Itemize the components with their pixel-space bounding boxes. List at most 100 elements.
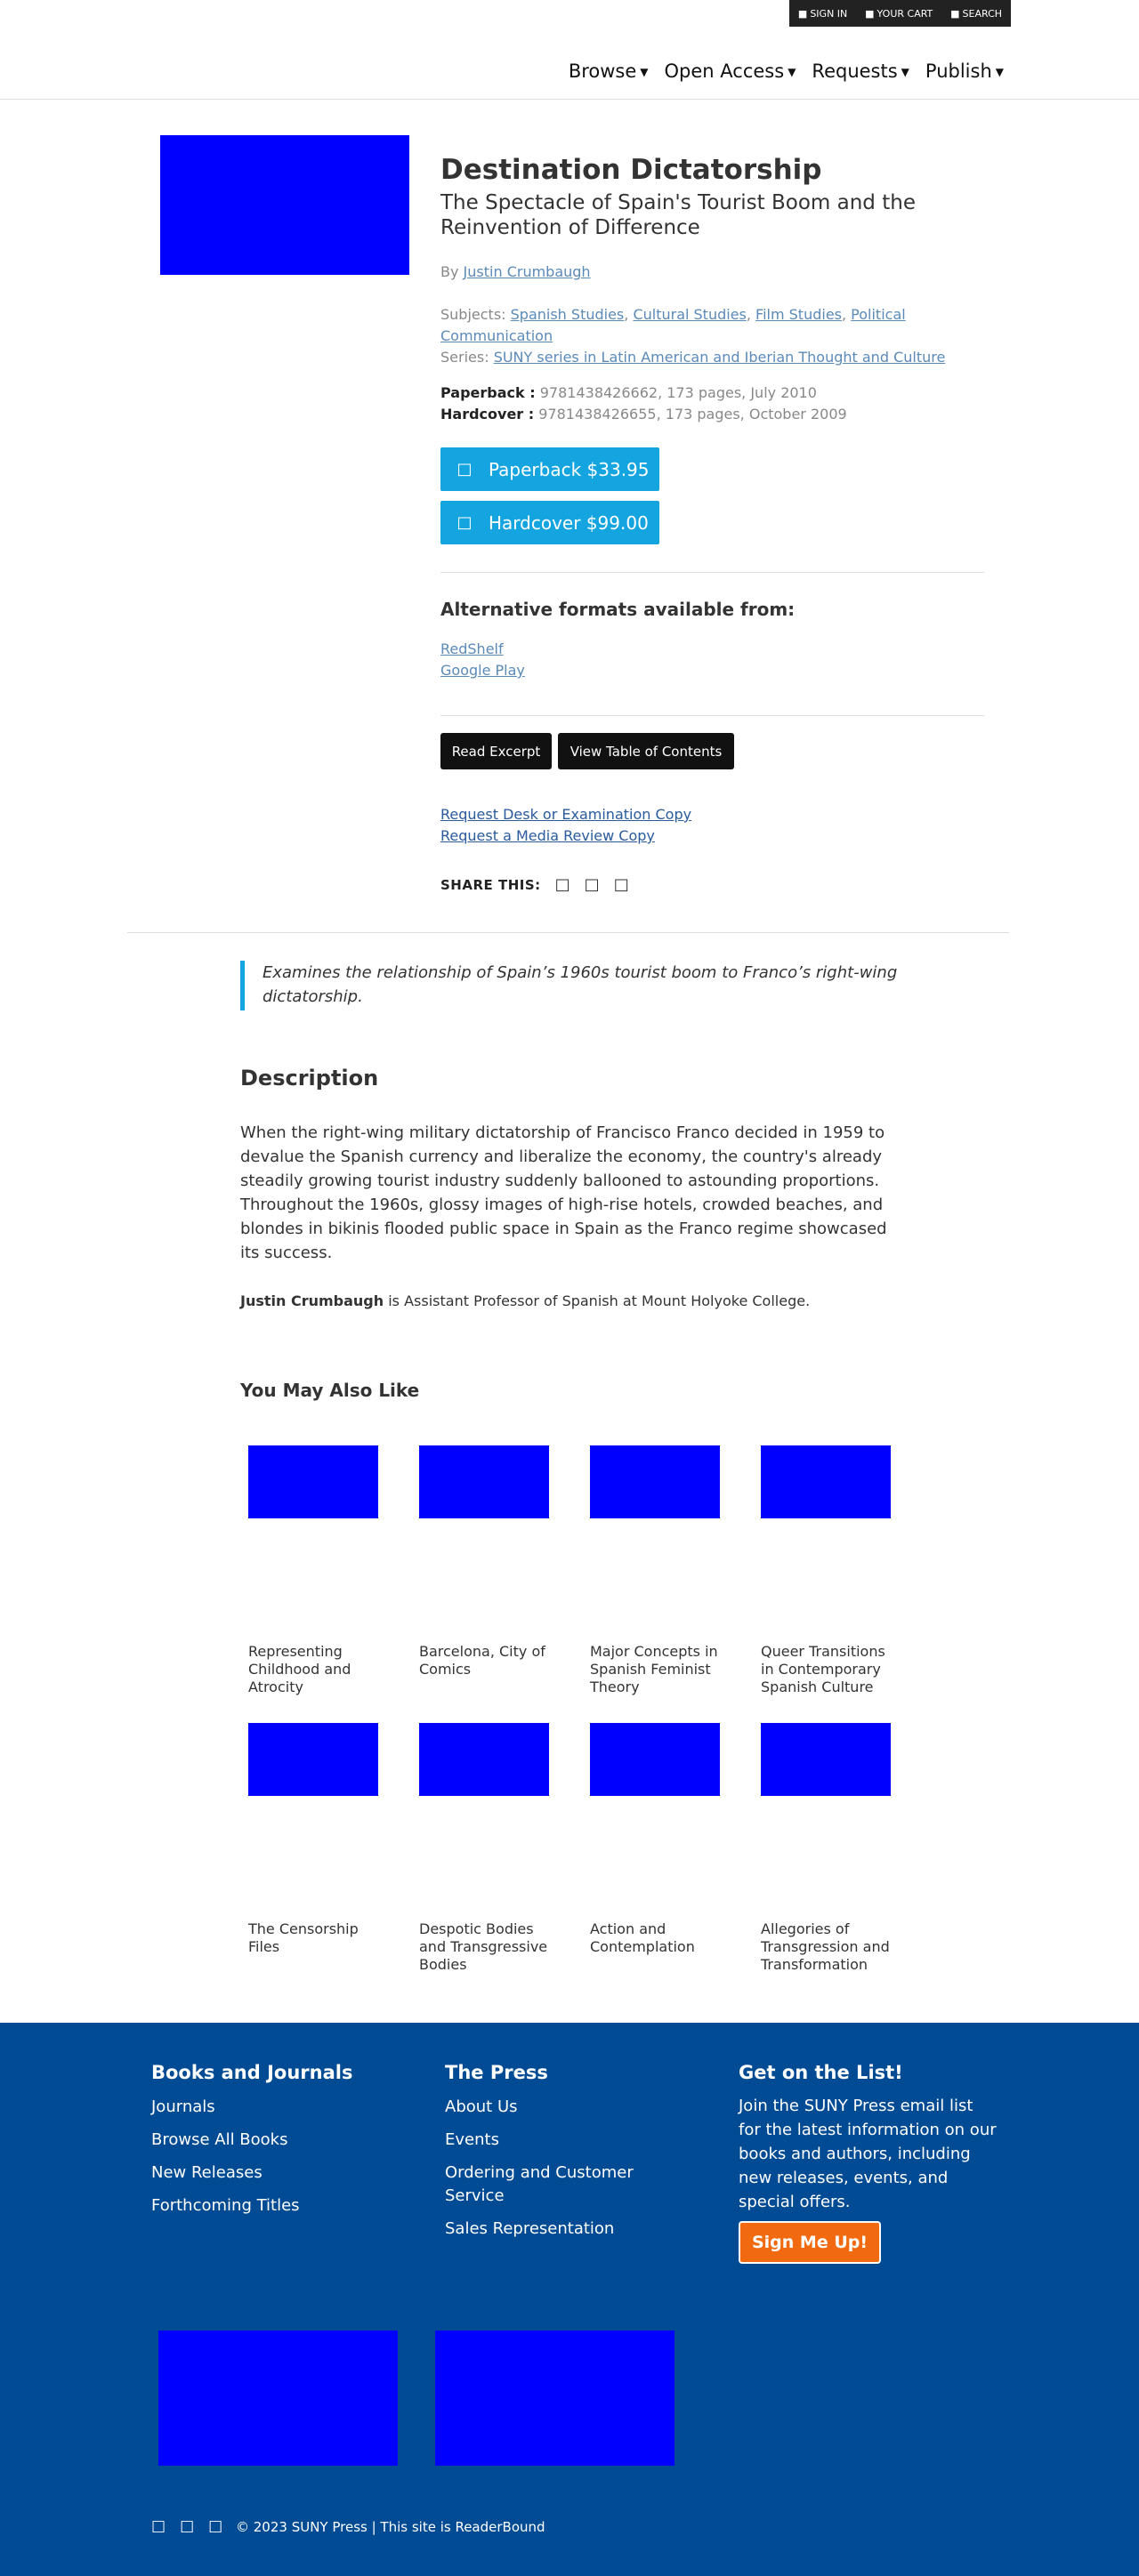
related-book-cover[interactable]	[590, 1723, 720, 1796]
utility-bar: ■ SIGN IN ■ YOUR CART ■ SEARCH	[789, 0, 1011, 27]
buy-hardcover-button[interactable]: □ Hardcover $99.00	[440, 501, 659, 544]
footer-link-journals[interactable]: Journals	[151, 2096, 215, 2119]
bio-name: Justin Crumbaugh	[240, 1292, 384, 1309]
series-label: Series:	[440, 349, 489, 366]
related-book-title[interactable]: The Censorship Files	[248, 1920, 382, 1956]
nav-browse[interactable]: Browse ▼	[569, 60, 649, 82]
buy-button-label: Hardcover $99.00	[489, 511, 649, 534]
format-label: Hardcover :	[440, 406, 535, 423]
footer-link-forthcoming-titles[interactable]: Forthcoming Titles	[151, 2194, 300, 2218]
nav-open-access[interactable]: Open Access ▼	[665, 60, 796, 82]
subject-link[interactable]: Spanish Studies	[511, 306, 625, 323]
read-excerpt-button[interactable]: Read Excerpt	[440, 733, 552, 769]
divider	[440, 572, 984, 573]
main-nav: Browse ▼ Open Access ▼ Requests ▼ Publish ▼	[569, 60, 1004, 82]
series-link[interactable]: SUNY series in Latin American and Iberia…	[494, 349, 946, 366]
copyright-text: © 2023 SUNY Press | This site is ReaderB…	[236, 2519, 545, 2535]
footer-link-events[interactable]: Events	[445, 2129, 499, 2152]
nav-label: Browse	[568, 60, 637, 82]
chevron-down-icon: ▼	[640, 66, 649, 78]
footer-books-heading: Books and Journals	[151, 2062, 353, 2083]
related-book[interactable]: Representing Childhood and Atrocity	[248, 1445, 378, 1695]
by-label: By	[440, 263, 459, 280]
view-toc-button[interactable]: View Table of Contents	[558, 733, 734, 769]
facebook-icon[interactable]: □	[151, 2517, 166, 2535]
cart-icon: □	[456, 460, 473, 479]
cart-icon: □	[456, 513, 473, 532]
related-book[interactable]: Barcelona, City of Comics	[419, 1445, 549, 1678]
related-heading: You May Also Like	[240, 1380, 420, 1401]
twitter-icon[interactable]: □	[180, 2517, 194, 2535]
related-book-cover[interactable]	[419, 1445, 549, 1518]
related-book-title[interactable]: Queer Transitions in Contemporary Spanis…	[761, 1643, 894, 1696]
footer-social: □ □ □	[151, 2517, 222, 2535]
facebook-icon[interactable]: □	[555, 875, 570, 894]
request-desk-copy-link[interactable]: Request Desk or Examination Copy	[440, 806, 691, 823]
chevron-down-icon: ▼	[788, 66, 796, 78]
related-book-title[interactable]: Despotic Bodies and Transgressive Bodies	[419, 1920, 553, 1974]
related-book[interactable]: Despotic Bodies and Transgressive Bodies	[419, 1723, 549, 1973]
share-bar: SHARE THIS: □ □ □	[440, 875, 629, 894]
nav-divider	[0, 99, 1139, 100]
related-book-title[interactable]: Allegories of Transgression and Transfor…	[761, 1920, 894, 1974]
footer-logo-image	[435, 2330, 675, 2466]
related-book-cover[interactable]	[248, 1445, 378, 1518]
sign-in-link[interactable]: ■ SIGN IN	[798, 8, 847, 20]
related-book-cover[interactable]	[590, 1445, 720, 1518]
related-book[interactable]: The Censorship Files	[248, 1723, 378, 1955]
related-book-cover[interactable]	[419, 1723, 549, 1796]
subjects-line: Subjects: Spanish Studies, Cultural Stud…	[440, 306, 906, 344]
alt-format-redshelf[interactable]: RedShelf	[440, 640, 504, 657]
related-book[interactable]: Allegories of Transgression and Transfor…	[761, 1723, 891, 1973]
buy-button-label: Paperback $33.95	[489, 458, 650, 480]
subjects-label: Subjects:	[440, 306, 506, 323]
related-book-title[interactable]: Action and Contemplation	[590, 1920, 723, 1956]
series-line: Series: SUNY series in Latin American an…	[440, 347, 974, 368]
related-book-title[interactable]: Representing Childhood and Atrocity	[248, 1643, 382, 1696]
author-link[interactable]: Justin Crumbaugh	[464, 263, 591, 280]
footer-link-sales-representation[interactable]: Sales Representation	[445, 2218, 614, 2241]
email-icon[interactable]: □	[614, 875, 629, 894]
sign-up-button[interactable]: Sign Me Up!	[739, 2221, 881, 2264]
book-cover-image	[160, 135, 409, 275]
related-book-cover[interactable]	[761, 1723, 891, 1796]
buy-paperback-button[interactable]: □ Paperback $33.95	[440, 447, 659, 491]
footer-link-browse-all-books[interactable]: Browse All Books	[151, 2129, 287, 2152]
alt-format-google-play[interactable]: Google Play	[440, 662, 525, 679]
section-divider	[127, 932, 1009, 933]
divider	[440, 715, 984, 716]
footer-logo-image	[158, 2330, 398, 2466]
footer-link-ordering[interactable]: Ordering and Customer Service	[445, 2161, 658, 2208]
user-icon: ■	[797, 7, 808, 20]
related-book-title[interactable]: Major Concepts in Spanish Feminist Theor…	[590, 1643, 723, 1696]
nav-label: Open Access	[664, 60, 785, 82]
related-book-cover[interactable]	[248, 1723, 378, 1796]
format-detail: 9781438426662, 173 pages, July 2010	[539, 384, 817, 401]
footer-link-about-us[interactable]: About Us	[445, 2096, 518, 2119]
nav-requests[interactable]: Requests ▼	[812, 60, 909, 82]
related-book[interactable]: Major Concepts in Spanish Feminist Theor…	[590, 1445, 720, 1695]
related-book-cover[interactable]	[761, 1445, 891, 1518]
nav-label: Publish	[925, 60, 992, 82]
request-media-copy-link[interactable]: Request a Media Review Copy	[440, 827, 655, 844]
nav-publish[interactable]: Publish ▼	[925, 60, 1004, 82]
related-book-title[interactable]: Barcelona, City of Comics	[419, 1643, 553, 1678]
related-book[interactable]: Queer Transitions in Contemporary Spanis…	[761, 1445, 891, 1695]
related-book[interactable]: Action and Contemplation	[590, 1723, 720, 1955]
subject-link[interactable]: Film Studies	[755, 306, 842, 323]
share-label: SHARE THIS:	[440, 876, 541, 893]
subject-link[interactable]: Cultural Studies	[633, 306, 746, 323]
footer-link-new-releases[interactable]: New Releases	[151, 2161, 263, 2185]
instagram-icon[interactable]: □	[208, 2517, 222, 2535]
search-icon: ■	[950, 7, 960, 20]
cart-link[interactable]: ■ YOUR CART	[865, 8, 933, 20]
footer-newsletter-text: Join the SUNY Press email list for the l…	[739, 2097, 997, 2211]
search-link[interactable]: ■ SEARCH	[950, 8, 1002, 20]
twitter-icon[interactable]: □	[585, 875, 600, 894]
chevron-down-icon: ▼	[901, 66, 909, 78]
tagline-quote: Examines the relationship of Spain’s 196…	[240, 961, 903, 1010]
author-bio: Justin Crumbaugh is Assistant Professor …	[240, 1292, 810, 1309]
description-heading: Description	[240, 1066, 379, 1091]
format-paperback: Paperback : 9781438426662, 173 pages, Ju…	[440, 384, 817, 401]
nav-label: Requests	[812, 60, 898, 82]
